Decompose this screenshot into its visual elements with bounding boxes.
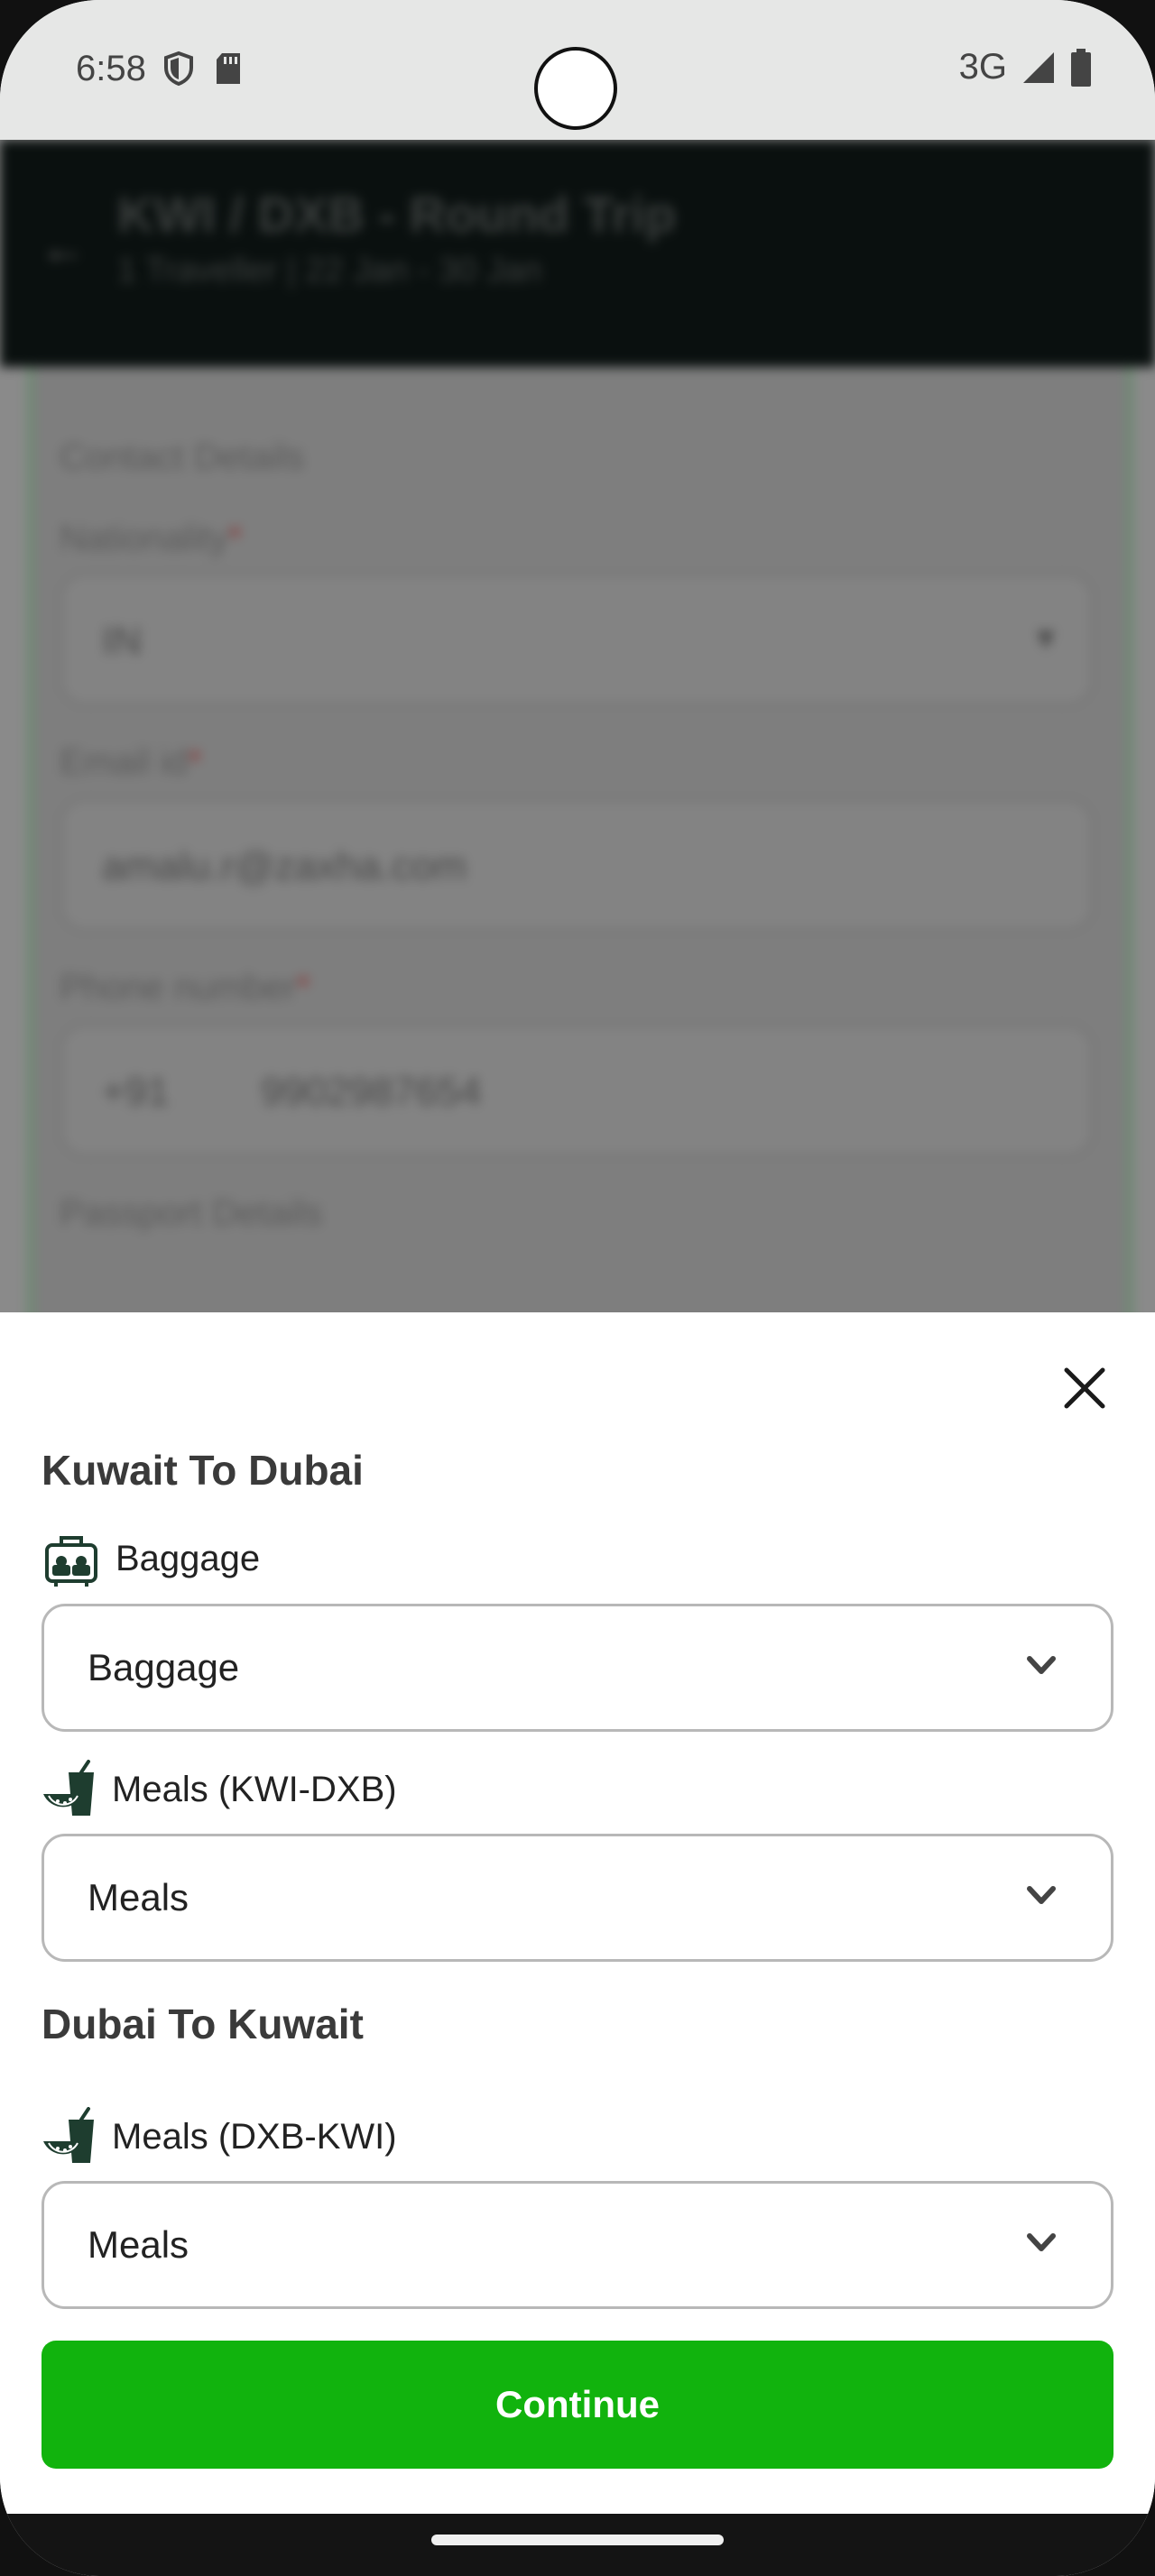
meal-icon (43, 2107, 94, 2163)
device-frame: 6:58 3G ← KWI / DXB - Round Trip 1 Trave… (0, 0, 1155, 2576)
sd-card-icon (217, 53, 240, 84)
meals-dxb-kwi-select[interactable]: Meals (42, 2181, 1113, 2309)
battery-icon (1071, 48, 1091, 87)
chevron-down-icon: ▾ (1036, 618, 1055, 658)
meals-dxb-kwi-label-text: Meals (DXB-KWI) (112, 2116, 397, 2157)
nationality-field: IN ▾ (60, 573, 1094, 706)
meals-kwi-dxb-label-text: Meals (KWI-DXB) (112, 1769, 397, 1809)
status-time: 6:58 (76, 49, 146, 88)
page-subtitle: 1 Traveller | 22 Jan - 30 Jan (117, 252, 542, 290)
phone-value: 9902987654 (261, 1070, 482, 1114)
email-field: amalu.r@zaxha.com (60, 798, 1094, 932)
status-bar: 6:58 3G (0, 0, 1155, 140)
home-gesture-handle[interactable] (431, 2535, 724, 2545)
add-ons-bottom-sheet: Kuwait To Dubai Baggage Baggage Meals (K… (0, 1314, 1155, 2514)
back-arrow-icon: ← (40, 222, 87, 274)
shield-icon (164, 51, 193, 87)
meal-icon (43, 1760, 94, 1816)
signal-icon (1023, 51, 1054, 83)
meals-dxb-kwi-label: Meals (DXB-KWI) (42, 2107, 397, 2167)
email-label: Email id* (60, 742, 202, 782)
baggage-icon (45, 1536, 97, 1587)
background-blur: ← KWI / DXB - Round Trip 1 Traveller | 2… (0, 140, 1155, 1312)
meals-kwi-dxb-label: Meals (KWI-DXB) (42, 1760, 397, 1819)
email-value: amalu.r@zaxha.com (102, 844, 467, 888)
baggage-select-value: Baggage (88, 1646, 240, 1688)
page-title: KWI / DXB - Round Trip (117, 186, 677, 243)
phone-code: +91 (102, 1070, 170, 1114)
app-bar: ← KWI / DXB - Round Trip 1 Traveller | 2… (0, 140, 1155, 367)
front-camera (534, 47, 617, 130)
status-left-icons (162, 51, 242, 87)
phone-field: +91 9902987654 (60, 1024, 1094, 1157)
segment-title-kwi-dxb: Kuwait To Dubai (42, 1447, 364, 1494)
chevron-down-icon (1027, 2233, 1056, 2251)
phone-label: Phone number* (60, 968, 310, 1007)
nationality-value: IN (102, 619, 142, 663)
baggage-select[interactable]: Baggage (42, 1604, 1113, 1732)
contact-details-heading: Contact Details (60, 437, 305, 477)
network-type: 3G (958, 47, 1007, 87)
passport-details-heading: Passport Details (60, 1193, 323, 1233)
meals-dxb-kwi-select-value: Meals (88, 2223, 189, 2266)
chevron-down-icon (1027, 1886, 1056, 1904)
status-right-icons: 3G (959, 47, 1092, 87)
close-icon[interactable] (1061, 1365, 1108, 1412)
chevron-down-icon (1027, 1656, 1056, 1674)
background-page: ← KWI / DXB - Round Trip 1 Traveller | 2… (0, 140, 1155, 1312)
segment-title-dxb-kwi: Dubai To Kuwait (42, 2001, 364, 2047)
continue-button[interactable]: Continue (42, 2341, 1113, 2469)
baggage-label: Baggage (42, 1529, 260, 1588)
meals-kwi-dxb-select[interactable]: Meals (42, 1834, 1113, 1962)
nationality-label: Nationality* (60, 519, 243, 558)
baggage-label-text: Baggage (116, 1538, 261, 1578)
meals-kwi-dxb-select-value: Meals (88, 1876, 189, 1918)
